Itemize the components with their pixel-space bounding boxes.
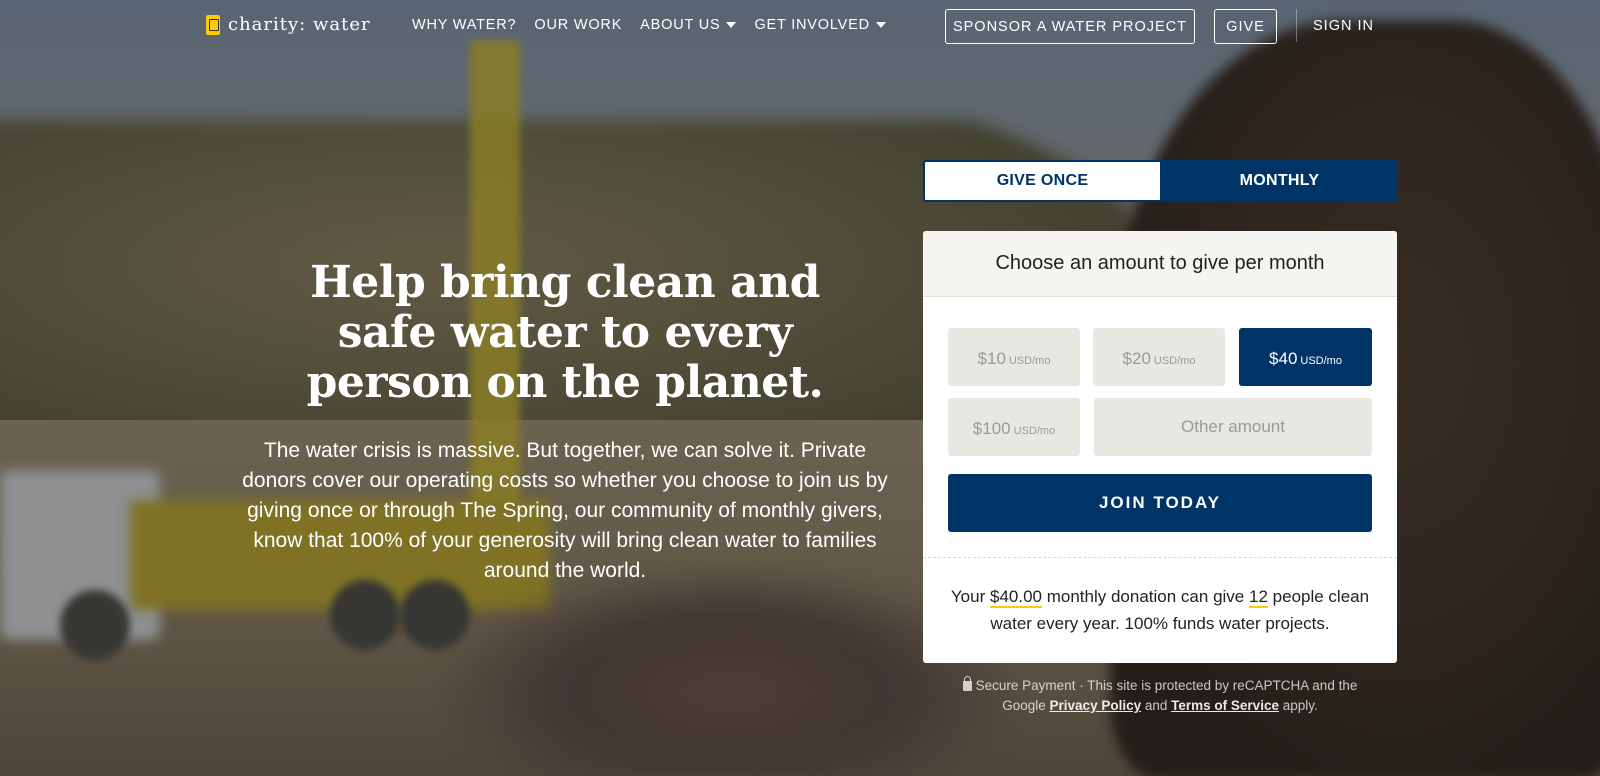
legal-text: apply.	[1282, 698, 1318, 713]
amount-unit: USD/mo	[1300, 355, 1342, 367]
caret-down-icon	[726, 22, 737, 28]
site-header: charity: water WHY WATER? OUR WORK ABOUT…	[0, 0, 1600, 52]
caret-down-icon	[875, 22, 886, 28]
amount-value: $10	[977, 349, 1006, 368]
impact-amount: $40.00	[990, 587, 1042, 608]
amount-value: $20	[1122, 349, 1151, 368]
join-today-button[interactable]: JOIN TODAY	[948, 474, 1372, 532]
nav-label: OUR WORK	[534, 17, 623, 33]
amount-option-20[interactable]: $20 USD/mo	[1093, 328, 1225, 386]
amount-option-100[interactable]: $100 USD/mo	[948, 398, 1080, 456]
hero-section: Help bring clean and safe water to every…	[230, 258, 900, 586]
jerrycan-icon	[206, 14, 220, 35]
nav-label: ABOUT US	[640, 17, 721, 33]
impact-text: monthly donation can give	[1046, 587, 1245, 606]
lock-icon	[962, 676, 972, 691]
main-nav: WHY WATER? OUR WORK ABOUT US GET INVOLVE…	[412, 17, 886, 33]
secure-label: Secure Payment	[975, 678, 1076, 693]
amount-options: $10 USD/mo $20 USD/mo $40 USD/mo $100 USD/mo	[923, 297, 1397, 489]
nav-label: WHY WATER?	[412, 17, 517, 33]
frequency-toggle: GIVE ONCE MONTHLY	[923, 160, 1397, 202]
sign-in-link[interactable]: SIGN IN	[1313, 18, 1374, 34]
amount-option-10[interactable]: $10 USD/mo	[948, 328, 1080, 386]
nav-why-water[interactable]: WHY WATER?	[412, 17, 516, 33]
privacy-policy-link[interactable]: Privacy Policy	[1050, 698, 1142, 713]
sponsor-project-button[interactable]: SPONSOR A WATER PROJECT	[945, 9, 1195, 44]
amount-value: $100	[972, 419, 1011, 438]
hero-headline: Help bring clean and safe water to every…	[306, 257, 824, 408]
card-divider	[923, 557, 1397, 558]
amount-value: $40	[1269, 349, 1298, 368]
nav-about-us[interactable]: ABOUT US	[640, 17, 737, 33]
logo-wordmark: charity: water	[228, 14, 371, 35]
donation-heading: Choose an amount to give per month	[923, 231, 1397, 297]
amount-unit: USD/mo	[1013, 425, 1056, 437]
secure-payment-notice: Secure Payment · This site is protected …	[960, 676, 1360, 716]
legal-text: and	[1144, 698, 1168, 713]
give-button[interactable]: GIVE	[1214, 9, 1277, 44]
tab-monthly[interactable]: MONTHLY	[1162, 160, 1397, 202]
impact-text: Your	[950, 587, 986, 606]
nav-our-work[interactable]: OUR WORK	[534, 17, 622, 33]
nav-label: GET INVOLVED	[754, 17, 870, 33]
hero-body: The water crisis is massive. But togethe…	[242, 439, 888, 582]
donation-card: Choose an amount to give per month $10 US…	[923, 231, 1397, 663]
tab-give-once[interactable]: GIVE ONCE	[923, 160, 1162, 202]
nav-get-involved[interactable]: GET INVOLVED	[754, 17, 886, 33]
impact-people-count: 12	[1249, 587, 1268, 608]
logo[interactable]: charity: water	[206, 14, 371, 35]
impact-statement: Your $40.00 monthly donation can give 12…	[943, 583, 1377, 637]
terms-of-service-link[interactable]: Terms of Service	[1171, 698, 1279, 713]
amount-option-40[interactable]: $40 USD/mo	[1239, 328, 1372, 386]
other-amount-input[interactable]	[1094, 398, 1372, 456]
amount-unit: USD/mo	[1008, 355, 1051, 367]
header-divider	[1296, 9, 1297, 42]
amount-unit: USD/mo	[1153, 355, 1196, 367]
